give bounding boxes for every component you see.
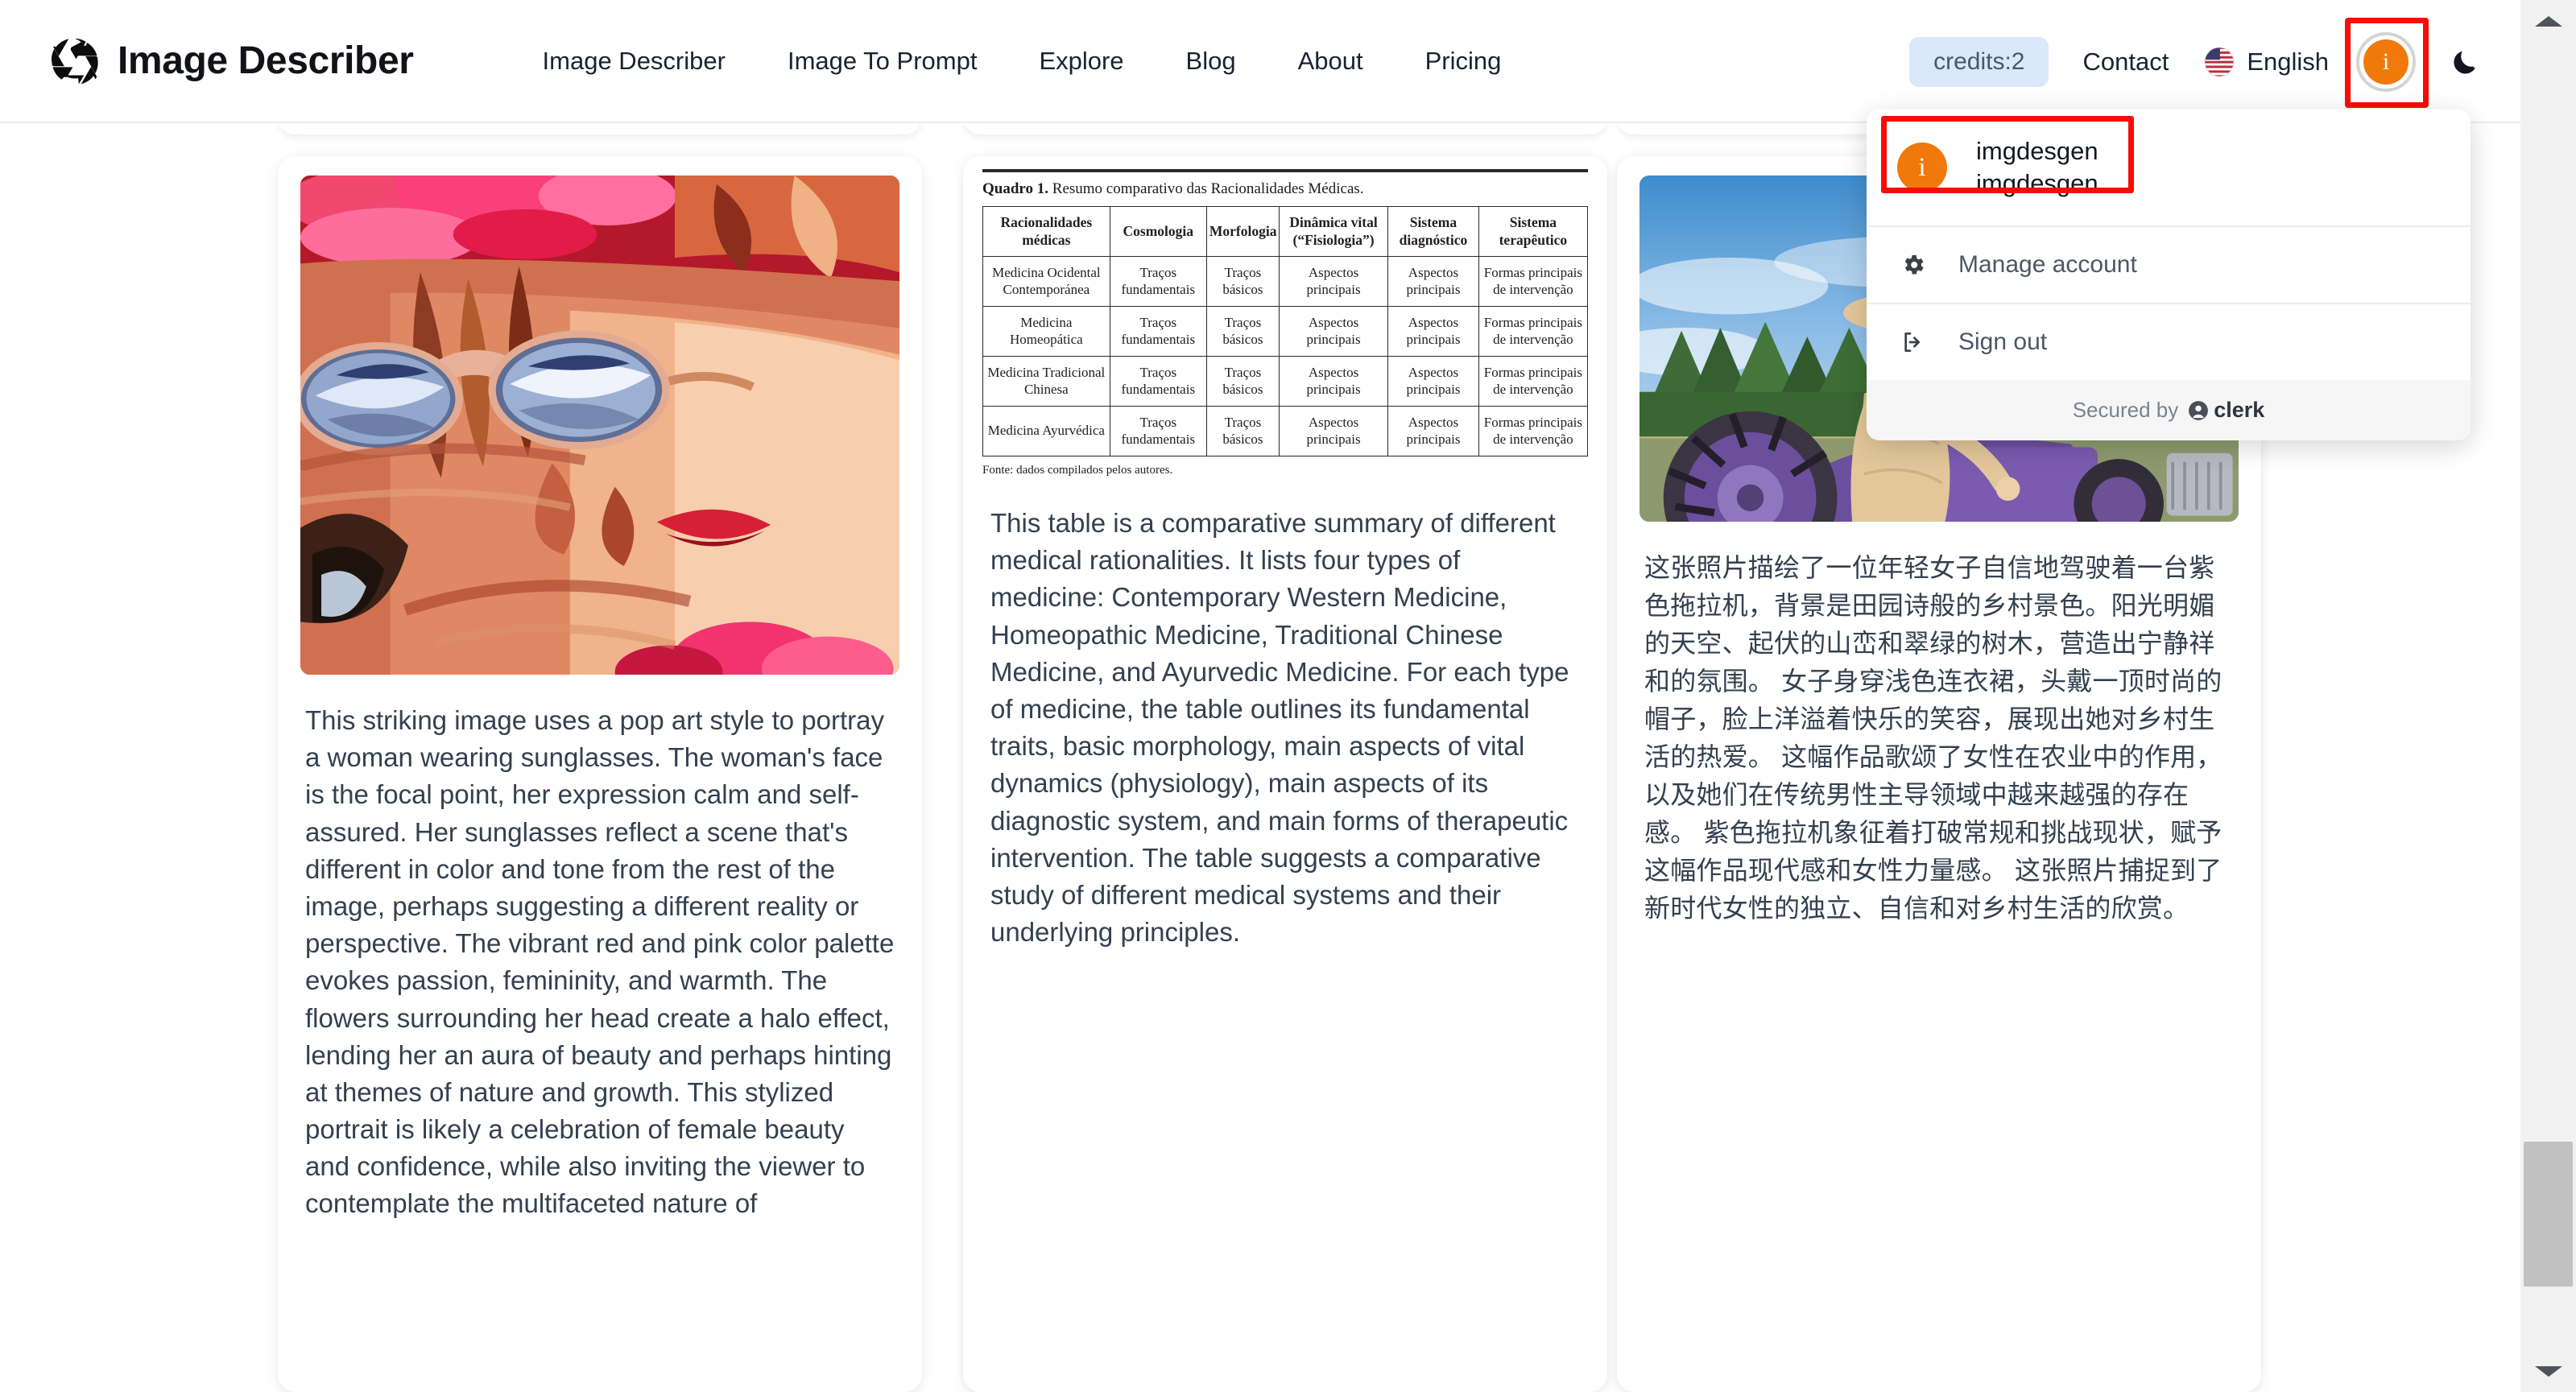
- table-row: Medicina Ocidental Contemporánea Traços …: [982, 256, 1589, 307]
- scroll-up-button[interactable]: [2520, 0, 2576, 42]
- header-actions: credits:2 Contact English i: [1909, 0, 2520, 123]
- nav-item-explore[interactable]: Explore: [1039, 47, 1123, 76]
- table-header-cell: Morfologia: [1205, 206, 1280, 257]
- menu-item-label: Manage account: [1958, 251, 2137, 278]
- table-header-cell: Sistema terapêutico: [1478, 206, 1589, 257]
- table-cell: Formas principais de intervenção: [1478, 406, 1589, 456]
- menu-item-sign-out[interactable]: Sign out: [1867, 304, 2471, 380]
- table-cell: Traços fundamentais: [1109, 256, 1207, 307]
- card-description: This table is a comparative summary of d…: [990, 508, 1569, 948]
- table-cell: Traços fundamentais: [1109, 356, 1207, 407]
- clerk-logo: clerk: [2188, 398, 2264, 423]
- nav-item-image-to-prompt[interactable]: Image To Prompt: [788, 47, 977, 76]
- table-cell: Traços fundamentais: [1109, 406, 1207, 456]
- card-stub-above-2: [963, 125, 1607, 134]
- brand-title: Image Describer: [118, 39, 414, 82]
- clerk-logo-icon: [2189, 400, 2209, 420]
- table-header-cell: Dinâmica vital (“Fisiologia”): [1278, 206, 1389, 257]
- chevron-down-icon: [2534, 1365, 2562, 1377]
- table-header-row: Racionalidades médicas Cosmologia Morfol…: [982, 206, 1589, 257]
- result-card[interactable]: This striking image uses a pop art style…: [278, 156, 922, 1392]
- table-cell: Formas principais de intervenção: [1478, 256, 1589, 307]
- figure-caption: Quadro 1. Resumo comparativo das Raciona…: [982, 180, 1588, 198]
- card-media: [278, 156, 922, 675]
- table-cell: Traços fundamentais: [1109, 306, 1207, 357]
- avatar: i: [1897, 143, 1947, 192]
- table-cell: Medicina Homeopática: [982, 306, 1110, 357]
- sign-out-icon: [1904, 333, 1920, 352]
- gear-icon: [1904, 255, 1924, 275]
- table-cell: Aspectos principais: [1278, 406, 1389, 456]
- menu-item-label: Sign out: [1958, 328, 2048, 355]
- result-card[interactable]: Quadro 1. Resumo comparativo das Raciona…: [963, 156, 1607, 1392]
- contact-link[interactable]: Contact: [2082, 48, 2169, 76]
- popart-woman-sunglasses-image[interactable]: [300, 176, 899, 675]
- table-cell: Aspectos principais: [1278, 356, 1389, 407]
- nav-item-about[interactable]: About: [1298, 47, 1363, 76]
- aperture-icon: [51, 38, 98, 84]
- secured-by-label: Secured by: [2072, 398, 2179, 422]
- table-cell: Traços básicos: [1205, 256, 1280, 307]
- main-navigation: Image Describer Image To Prompt Explore …: [543, 47, 1502, 76]
- medical-rationalities-table: Racionalidades médicas Cosmologia Morfol…: [982, 206, 1589, 456]
- card-stub-above-1: [278, 125, 922, 134]
- card-media: Quadro 1. Resumo comparativo das Raciona…: [963, 156, 1607, 477]
- table-cell: Medicina Tradicional Chinesa: [982, 356, 1110, 407]
- table-cell: Aspectos principais: [1387, 406, 1479, 456]
- table-cell: Aspectos principais: [1387, 306, 1479, 357]
- user-account-dropdown: i imgdesgen imgdesgen Manage account Sig…: [1867, 109, 2471, 440]
- scroll-down-button[interactable]: [2520, 1350, 2576, 1392]
- credits-badge[interactable]: credits:2: [1909, 36, 2049, 87]
- table-cell: Formas principais de intervenção: [1478, 306, 1589, 357]
- us-flag-icon: [2204, 46, 2235, 77]
- site-header: Image Describer Image Describer Image To…: [0, 0, 2520, 123]
- table-row: Medicina Ayurvédica Traços fundamentais …: [982, 406, 1589, 456]
- account-name: imgdesgen: [1976, 137, 2098, 165]
- table-cell: Aspectos principais: [1278, 256, 1389, 307]
- table-cell: Aspectos principais: [1387, 256, 1479, 307]
- user-avatar-button[interactable]: i: [2345, 17, 2429, 108]
- brand-logo[interactable]: Image Describer: [50, 36, 414, 86]
- nav-item-image-describer[interactable]: Image Describer: [543, 47, 726, 76]
- figure-caption-text: Resumo comparativo das Racionalidades Mé…: [1052, 180, 1364, 197]
- secured-by-footer: Secured by clerk: [1867, 380, 2471, 440]
- menu-item-manage-account[interactable]: Manage account: [1867, 227, 2471, 303]
- chevron-up-icon: [2534, 15, 2562, 27]
- table-header-cell: Racionalidades médicas: [982, 206, 1110, 257]
- table-cell: Aspectos principais: [1387, 356, 1479, 407]
- scrollbar-thumb[interactable]: [2524, 1142, 2573, 1287]
- page-scrollbar[interactable]: [2520, 0, 2576, 1392]
- table-cell: Traços básicos: [1205, 406, 1280, 456]
- table-cell: Traços básicos: [1205, 306, 1280, 357]
- card-description: This striking image uses a pop art style…: [305, 705, 895, 1219]
- account-identity-row[interactable]: i imgdesgen imgdesgen: [1867, 109, 2471, 225]
- figure-source: Fonte: dados compilados pelos autores.: [982, 464, 1173, 477]
- table-row: Medicina Homeopática Traços fundamentais…: [982, 306, 1589, 357]
- table-cell: Medicina Ayurvédica: [982, 406, 1110, 456]
- account-names: imgdesgen imgdesgen: [1976, 137, 2098, 198]
- clerk-wordmark: clerk: [2214, 398, 2265, 422]
- table-cell: Aspectos principais: [1278, 306, 1389, 357]
- figure-caption-label: Quadro 1.: [982, 180, 1049, 197]
- figure-top-rule: [982, 169, 1588, 172]
- table-row: Medicina Tradicional Chinesa Traços fund…: [982, 356, 1589, 407]
- table-cell: Medicina Ocidental Contemporánea: [982, 256, 1110, 307]
- language-switcher[interactable]: English: [2204, 46, 2329, 77]
- nav-item-blog[interactable]: Blog: [1186, 47, 1236, 76]
- moon-icon[interactable]: [2450, 46, 2482, 78]
- avatar-ring: [2356, 31, 2416, 92]
- nav-item-pricing[interactable]: Pricing: [1425, 47, 1502, 76]
- card-description: 这张照片描绘了一位年轻女子自信地驾驶着一台紫色拖拉机，背景是田园诗般的乡村景色。…: [1644, 553, 2222, 923]
- table-header-cell: Cosmologia: [1109, 206, 1207, 257]
- table-cell: Formas principais de intervenção: [1478, 356, 1589, 407]
- table-header-cell: Sistema diagnóstico: [1387, 206, 1479, 257]
- account-handle: imgdesgen: [1976, 169, 2098, 197]
- language-label: English: [2247, 47, 2329, 76]
- table-cell: Traços básicos: [1205, 356, 1280, 407]
